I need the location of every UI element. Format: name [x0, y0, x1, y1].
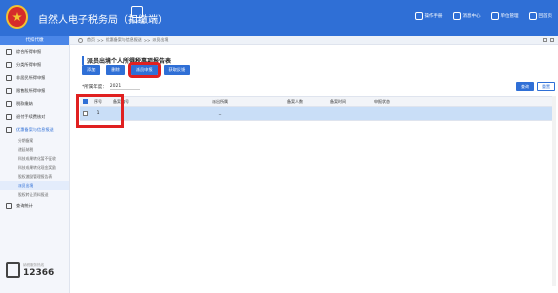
scrollbar[interactable]	[552, 96, 556, 286]
chart-icon	[6, 87, 12, 94]
reset-button[interactable]: 重置	[537, 82, 555, 91]
year-filter: *所属年度： 2021	[82, 84, 140, 90]
book-icon	[414, 12, 423, 20]
close-icon[interactable]	[550, 38, 554, 42]
header-time: 备案时间	[330, 98, 346, 104]
tax-emblem-icon	[6, 5, 28, 29]
dispatch-table: 序号 备案编号 派出所属 备案人数 备案时间 申报状态 1 _	[80, 96, 554, 121]
highlight-frame	[76, 94, 124, 128]
sidebar: 代扣代缴 综合所得申报 分类所得申报 非居民所得申报 限售股所得申报 税款缴纳 …	[0, 36, 70, 293]
clock-icon	[6, 61, 12, 68]
doc-icon	[6, 126, 12, 133]
mail-icon	[452, 12, 461, 20]
message-center-button[interactable]: 消息中心	[452, 12, 481, 20]
sidebar-item-classified[interactable]: 分类所得申报	[0, 58, 69, 71]
window-controls	[543, 38, 554, 42]
table-header: 序号 备案编号 派出所属 备案人数 备案时间 申报状态	[80, 97, 554, 107]
add-button[interactable]: 添加	[82, 65, 101, 75]
sidebar-item-query[interactable]: 查询统计	[0, 199, 69, 212]
get-feedback-button[interactable]: 获取反馈	[163, 65, 191, 75]
building-icon	[490, 12, 499, 20]
year-label: *所属年度：	[82, 85, 107, 90]
sidebar-subitem-tech-exempt[interactable]: 科技成果转化暂不征收	[0, 154, 69, 163]
sidebar-item-preferential[interactable]: 优惠备案与信息报送	[0, 123, 69, 136]
sidebar-subitem-deferred[interactable]: 递延纳税	[0, 145, 69, 154]
year-select[interactable]: 2021	[109, 84, 140, 90]
sidebar-item-comprehensive[interactable]: 综合所得申报	[0, 45, 69, 58]
doc-icon	[6, 113, 12, 120]
table-row[interactable]: 1 _	[80, 107, 554, 121]
breadcrumb: 首页 >> 优惠备案与信息报送 >> 派员出境	[70, 36, 558, 45]
hotline-number: 12366	[23, 267, 55, 278]
main-panel: 派员出境个人所得税事项报告表 添加 删除 派员申报 获取反馈 *所属年度： 20…	[74, 48, 556, 288]
dispatch-declare-button[interactable]: 派员申报	[127, 62, 161, 78]
home-icon	[78, 37, 83, 43]
withholding-label: 代扣代缴	[129, 19, 145, 24]
box-icon	[6, 100, 12, 107]
sidebar-item-nonresident[interactable]: 非居民所得申报	[0, 71, 69, 84]
app-header: 自然人电子税务局（扣缴端） 代扣代缴 操作手册 消息中心 单位管理 回首页	[0, 0, 558, 36]
header-count: 备案人数	[287, 98, 303, 104]
unit-management-button[interactable]: 单位管理	[490, 12, 519, 20]
hotline-icon	[6, 262, 20, 278]
sidebar-subitem-equity-report[interactable]: 股权激励管理报告表	[0, 172, 69, 181]
sidebar-subitem-dispatch[interactable]: 派员出境	[0, 181, 69, 190]
page-title: 派员出境个人所得税事项报告表	[82, 56, 171, 65]
home-icon	[528, 12, 537, 20]
search-icon	[6, 202, 12, 209]
search-button[interactable]: 查询	[516, 82, 534, 91]
sidebar-header: 代扣代缴	[0, 36, 69, 45]
header-status: 申报状态	[374, 98, 390, 104]
toolbar: 添加 删除 派员申报 获取反馈	[82, 62, 191, 78]
delete-button[interactable]: 删除	[106, 65, 125, 75]
sidebar-item-fee-check[interactable]: 退付手续费核对	[0, 110, 69, 123]
settings-icon	[6, 48, 12, 55]
user-icon	[6, 74, 12, 81]
breadcrumb-preferential[interactable]: 优惠备案与信息报送	[106, 37, 142, 43]
sidebar-subitem-equity-transfer[interactable]: 股权转让资料报送	[0, 190, 69, 199]
row-dist: _	[218, 111, 222, 116]
home-button[interactable]: 回首页	[528, 12, 552, 20]
breadcrumb-home[interactable]: 首页	[87, 37, 95, 43]
sidebar-item-restricted-shares[interactable]: 限售股所得申报	[0, 84, 69, 97]
withholding-tool-button[interactable]: 代扣代缴	[120, 4, 154, 25]
sidebar-subitem-installment[interactable]: 分期备案	[0, 136, 69, 145]
sidebar-subitem-tech-reward[interactable]: 科技成果转化现金奖励	[0, 163, 69, 172]
manual-button[interactable]: 操作手册	[414, 12, 443, 20]
withholding-icon	[131, 6, 143, 18]
breadcrumb-dispatch: 派员出境	[152, 37, 169, 42]
sidebar-item-tax-payment[interactable]: 税款缴纳	[0, 97, 69, 110]
header-dist: 派出所属	[212, 98, 228, 104]
hotline: 纳税服务热线 12366	[6, 262, 54, 278]
minimize-icon[interactable]	[543, 38, 547, 42]
